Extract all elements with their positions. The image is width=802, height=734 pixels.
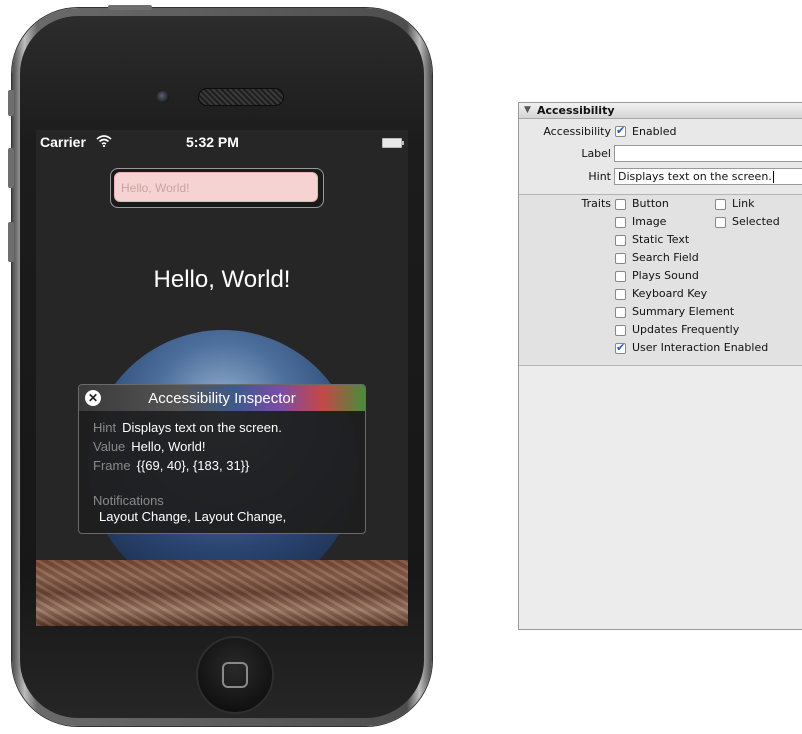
wifi-icon bbox=[96, 134, 112, 150]
sleep-button bbox=[108, 5, 152, 10]
trait-summary-element-label: Summary Element bbox=[632, 305, 735, 318]
accessibility-inspector-overlay: ✕ Accessibility Inspector Hint Displays t… bbox=[78, 384, 366, 534]
trait-image-checkbox[interactable] bbox=[615, 217, 626, 228]
text-field-focus-frame: Hello, World! bbox=[110, 168, 324, 208]
hello-text-field[interactable]: Hello, World! bbox=[114, 172, 318, 202]
trait-updates-frequently-label: Updates Frequently bbox=[632, 323, 740, 336]
trait-keyboard-key-checkbox[interactable] bbox=[615, 289, 626, 300]
ground-texture bbox=[36, 560, 408, 626]
trait-search-field-checkbox[interactable] bbox=[615, 253, 626, 264]
section-title: Accessibility bbox=[537, 104, 615, 117]
disclosure-triangle-icon[interactable]: ▼ bbox=[524, 105, 531, 115]
mute-switch bbox=[8, 90, 14, 116]
trait-search-field-label: Search Field bbox=[632, 251, 699, 264]
inspector-notifications-value: Layout Change, Layout Change, bbox=[99, 509, 287, 524]
trait-button-checkbox[interactable] bbox=[615, 199, 626, 210]
inspector-hint-key: Hint bbox=[93, 420, 117, 435]
inspector-value-row: Value Hello, World! bbox=[93, 439, 205, 454]
home-square-icon bbox=[222, 662, 248, 688]
accessibility-attributes-panel: ▼ Accessibility Accessibility Enabled La… bbox=[518, 102, 802, 630]
inspector-frame-row: Frame {{69, 40}, {183, 31}} bbox=[93, 458, 249, 473]
inspector-frame-value: {{69, 40}, {183, 31}} bbox=[136, 458, 250, 473]
inspector-frame-key: Frame bbox=[93, 458, 131, 473]
trait-static-text-checkbox[interactable] bbox=[615, 235, 626, 246]
inspector-notifications-key: Notifications bbox=[93, 493, 164, 508]
inspector-value-key: Value bbox=[93, 439, 126, 454]
inspector-hint-value: Displays text on the screen. bbox=[122, 420, 282, 435]
traits-label: Traits bbox=[581, 197, 611, 210]
trait-summary-element-checkbox[interactable] bbox=[615, 307, 626, 318]
hint-input-value: Displays text on the screen. bbox=[618, 170, 772, 183]
status-bar: Carrier 5:32 PM bbox=[36, 130, 408, 154]
battery-icon bbox=[382, 138, 404, 148]
trait-selected-label: Selected bbox=[732, 215, 780, 228]
trait-link-checkbox[interactable] bbox=[715, 199, 726, 210]
trait-user-interaction-checkbox[interactable] bbox=[615, 341, 626, 354]
hint-field-label: Hint bbox=[588, 170, 611, 183]
text-cursor bbox=[772, 171, 774, 183]
carrier-label: Carrier bbox=[40, 134, 86, 150]
trait-keyboard-key-label: Keyboard Key bbox=[632, 287, 708, 300]
iphone-device: Carrier 5:32 PM Hello, World! Hello, Wor… bbox=[8, 5, 432, 726]
panel-empty-area bbox=[519, 365, 802, 629]
volume-down-button bbox=[8, 222, 14, 262]
inspector-title-bar: ✕ Accessibility Inspector bbox=[79, 385, 365, 411]
enabled-checkbox[interactable] bbox=[615, 124, 626, 137]
trait-link-label: Link bbox=[732, 197, 755, 210]
accessibility-section-header[interactable]: ▼ Accessibility bbox=[519, 103, 802, 119]
hello-label: Hello, World! bbox=[153, 266, 291, 293]
trait-selected-checkbox[interactable] bbox=[715, 217, 726, 228]
inspector-title: Accessibility Inspector bbox=[148, 390, 296, 407]
trait-user-interaction-label: User Interaction Enabled bbox=[632, 341, 769, 354]
trait-button-label: Button bbox=[632, 197, 669, 210]
hint-input[interactable]: Displays text on the screen. bbox=[614, 168, 802, 185]
accessibility-label: Accessibility bbox=[543, 125, 611, 138]
label-input[interactable] bbox=[614, 145, 802, 162]
trait-plays-sound-checkbox[interactable] bbox=[615, 271, 626, 282]
status-time: 5:32 PM bbox=[186, 134, 239, 150]
inspector-value-value: Hello, World! bbox=[131, 439, 206, 454]
label-field-label: Label bbox=[581, 147, 611, 160]
earpiece-speaker bbox=[198, 88, 284, 106]
trait-image-label: Image bbox=[632, 215, 667, 228]
trait-updates-frequently-checkbox[interactable] bbox=[615, 325, 626, 336]
enabled-checkbox-label: Enabled bbox=[632, 125, 677, 138]
front-camera bbox=[157, 91, 169, 103]
volume-up-button bbox=[8, 148, 14, 188]
phone-screen: Carrier 5:32 PM Hello, World! Hello, Wor… bbox=[36, 130, 408, 626]
trait-plays-sound-label: Plays Sound bbox=[632, 269, 699, 282]
trait-static-text-label: Static Text bbox=[632, 233, 690, 246]
section-divider bbox=[519, 194, 802, 195]
traits-bottom-divider bbox=[519, 365, 802, 366]
inspector-hint-row: Hint Displays text on the screen. bbox=[93, 420, 282, 435]
home-button[interactable] bbox=[196, 636, 274, 714]
